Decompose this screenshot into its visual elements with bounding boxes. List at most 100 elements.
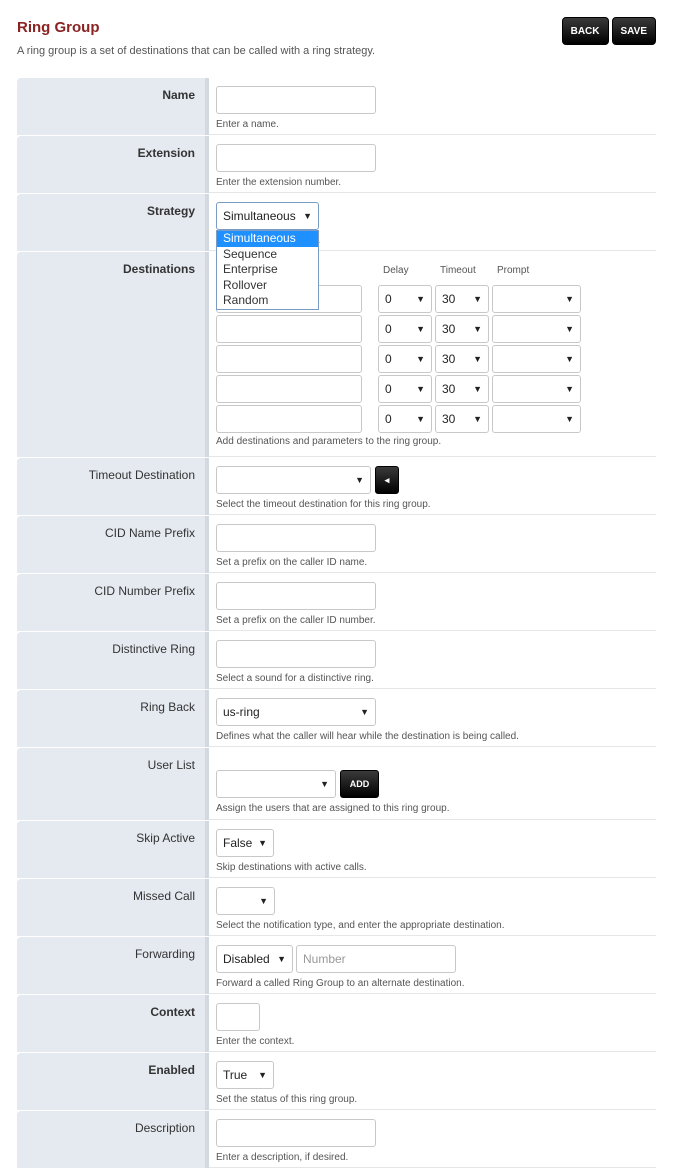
chevron-down-icon: ▼ (416, 294, 425, 304)
option-simultaneous[interactable]: Simultaneous (217, 231, 318, 247)
timeout-value: 30 (442, 322, 456, 336)
missed-call-label: Missed Call (17, 879, 209, 936)
enabled-value: True (223, 1068, 248, 1082)
delay-value: 0 (385, 382, 392, 396)
chevron-down-icon: ▼ (473, 354, 482, 364)
description-input[interactable] (216, 1119, 376, 1147)
chevron-down-icon: ▼ (473, 384, 482, 394)
timeout-value: 30 (442, 292, 456, 306)
destination-row: 0 ▼ 30 ▼ ▼ (216, 405, 656, 433)
prompt-select[interactable]: ▼ (492, 315, 581, 343)
destination-input[interactable] (216, 375, 362, 403)
timeout-destination-label: Timeout Destination (17, 458, 209, 515)
chevron-down-icon: ▼ (416, 384, 425, 394)
skip-active-value: False (223, 836, 253, 850)
description-label: Description (17, 1111, 209, 1168)
strategy-select[interactable]: Simultaneous ▼ (216, 202, 319, 230)
chevron-down-icon: ▼ (258, 838, 267, 848)
delay-select[interactable]: 0 ▼ (378, 375, 432, 403)
destination-row: 0 ▼ 30 ▼ ▼ (216, 345, 656, 373)
chevron-down-icon: ▼ (565, 324, 574, 334)
prompt-select[interactable]: ▼ (492, 375, 581, 403)
timeout-destination-help: Select the timeout destination for this … (216, 499, 431, 510)
delay-header: Delay (383, 265, 409, 276)
chevron-down-icon: ▼ (473, 294, 482, 304)
ring-back-help: Defines what the caller will hear while … (216, 731, 519, 742)
prompt-header: Prompt (497, 265, 530, 276)
destination-row: 0 ▼ 30 ▼ ▼ (216, 315, 656, 343)
chevron-down-icon: ▼ (565, 294, 574, 304)
chevron-down-icon: ▼ (565, 384, 574, 394)
cid-number-prefix-input[interactable] (216, 582, 376, 610)
enabled-help: Set the status of this ring group. (216, 1094, 358, 1105)
timeout-select[interactable]: 30 ▼ (435, 375, 489, 403)
description-help: Enter a description, if desired. (216, 1152, 349, 1163)
user-list-help: Assign the users that are assigned to th… (216, 803, 450, 814)
ring-group-form: Name Enter a name. Extension Enter the e… (17, 78, 656, 1169)
cid-name-prefix-input[interactable] (216, 524, 376, 552)
timeout-select[interactable]: 30 ▼ (435, 345, 489, 373)
destination-input[interactable] (216, 345, 362, 373)
timeout-destination-select[interactable]: ▼ (216, 466, 371, 494)
name-input[interactable] (216, 86, 376, 114)
delay-select[interactable]: 0 ▼ (378, 405, 432, 433)
chevron-down-icon: ▼ (355, 475, 364, 485)
option-sequence[interactable]: Sequence (217, 247, 318, 263)
enabled-select[interactable]: True ▼ (216, 1061, 274, 1089)
timeout-value: 30 (442, 412, 456, 426)
ring-back-value: us-ring (223, 705, 260, 719)
chevron-down-icon: ▼ (416, 414, 425, 424)
forwarding-value: Disabled (223, 952, 270, 966)
context-help: Enter the context. (216, 1036, 295, 1047)
distinctive-ring-input[interactable] (216, 640, 376, 668)
extension-label: Extension (17, 136, 209, 193)
user-list-select[interactable]: ▼ (216, 770, 336, 798)
destinations-label: Destinations (17, 252, 209, 457)
timeout-select[interactable]: 30 ▼ (435, 315, 489, 343)
prompt-select[interactable]: ▼ (492, 405, 581, 433)
destination-input[interactable] (216, 405, 362, 433)
save-button[interactable]: SAVE (611, 17, 656, 45)
context-input[interactable] (216, 1003, 260, 1031)
delay-select[interactable]: 0 ▼ (378, 315, 432, 343)
strategy-dropdown: Simultaneous Sequence Enterprise Rollove… (216, 230, 319, 310)
prompt-select[interactable]: ▼ (492, 285, 581, 313)
chevron-down-icon: ▼ (258, 1070, 267, 1080)
delay-select[interactable]: 0 ▼ (378, 285, 432, 313)
delay-value: 0 (385, 412, 392, 426)
timeout-value: 30 (442, 352, 456, 366)
add-user-button[interactable]: ADD (340, 770, 379, 798)
forwarding-help: Forward a called Ring Group to an altern… (216, 978, 465, 989)
forwarding-number-input[interactable]: Number (296, 945, 456, 973)
ring-back-label: Ring Back (17, 690, 209, 747)
chevron-down-icon: ▼ (303, 211, 312, 221)
option-rollover[interactable]: Rollover (217, 278, 318, 294)
user-list-label: User List (17, 748, 209, 820)
cid-name-prefix-label: CID Name Prefix (17, 516, 209, 573)
timeout-value: 30 (442, 382, 456, 396)
chevron-down-icon: ▼ (360, 707, 369, 717)
strategy-value: Simultaneous (223, 209, 296, 223)
toggle-timeout-destination-button[interactable]: ◂ (375, 466, 399, 494)
back-button[interactable]: BACK (561, 17, 609, 45)
skip-active-label: Skip Active (17, 821, 209, 878)
extension-input[interactable] (216, 144, 376, 172)
delay-value: 0 (385, 352, 392, 366)
delay-select[interactable]: 0 ▼ (378, 345, 432, 373)
chevron-down-icon: ▼ (565, 414, 574, 424)
chevron-down-icon: ▼ (320, 779, 329, 789)
chevron-down-icon: ▼ (565, 354, 574, 364)
distinctive-ring-help: Select a sound for a distinctive ring. (216, 673, 374, 684)
missed-call-select[interactable]: ▼ (216, 887, 275, 915)
skip-active-select[interactable]: False ▼ (216, 829, 274, 857)
prompt-select[interactable]: ▼ (492, 345, 581, 373)
option-random[interactable]: Random (217, 293, 318, 309)
timeout-select[interactable]: 30 ▼ (435, 405, 489, 433)
destination-row: 0 ▼ 30 ▼ ▼ (216, 375, 656, 403)
ring-back-select[interactable]: us-ring ▼ (216, 698, 376, 726)
forwarding-select[interactable]: Disabled ▼ (216, 945, 293, 973)
option-enterprise[interactable]: Enterprise (217, 262, 318, 278)
chevron-down-icon: ▼ (473, 324, 482, 334)
destination-input[interactable] (216, 315, 362, 343)
timeout-select[interactable]: 30 ▼ (435, 285, 489, 313)
